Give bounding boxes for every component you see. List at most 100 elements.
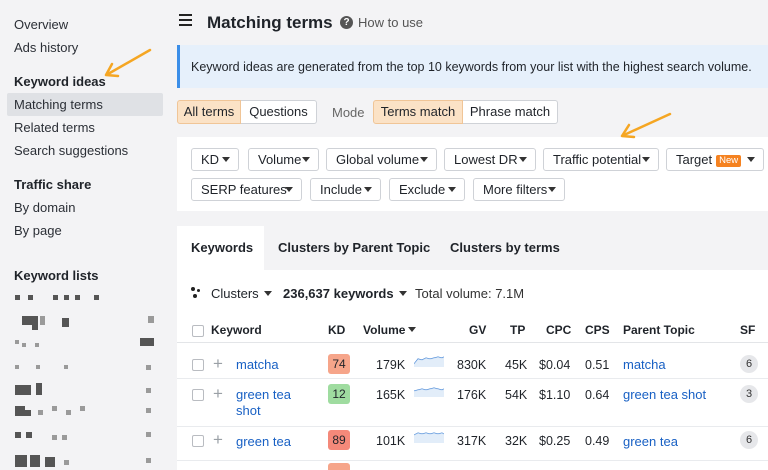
- row-divider: [177, 378, 768, 379]
- chevron-down-icon: [548, 187, 556, 192]
- filter-serp-features-label: SERP features: [201, 182, 287, 197]
- total-volume: Total volume: 7.1M: [415, 286, 525, 301]
- column-cpc[interactable]: CPC: [546, 323, 571, 337]
- column-kd[interactable]: KD: [328, 323, 345, 337]
- sidebar-item-related-terms[interactable]: Related terms: [14, 120, 95, 135]
- column-keyword[interactable]: Keyword: [211, 323, 262, 337]
- filter-serp-features[interactable]: SERP features: [191, 178, 302, 201]
- sidebar-item-search-suggestions[interactable]: Search suggestions: [14, 143, 128, 158]
- volume-value: 165K: [376, 388, 406, 402]
- chevron-down-icon: [263, 291, 272, 296]
- clusters-icon: [191, 287, 203, 299]
- row-checkbox[interactable]: [192, 389, 204, 401]
- sort-desc-icon: [408, 327, 417, 332]
- add-to-list-icon[interactable]: +: [213, 431, 223, 448]
- sf-count[interactable]: 6: [740, 431, 758, 449]
- keyword-link[interactable]: green tea: [236, 387, 291, 403]
- chevron-down-icon: [222, 157, 230, 162]
- gv-value: 317K: [457, 434, 487, 448]
- kd-badge-partial: [328, 463, 350, 470]
- sidebar-item-by-page[interactable]: By page: [14, 223, 62, 238]
- chevron-down-icon: [420, 157, 428, 162]
- info-banner: Keyword ideas are generated from the top…: [177, 45, 768, 88]
- header-divider: [177, 342, 768, 343]
- cpc-value: $1.10: [539, 388, 571, 402]
- keyword-link[interactable]: green tea: [236, 434, 291, 450]
- filter-traffic-potential[interactable]: Traffic potential: [543, 148, 659, 171]
- kd-badge: 74: [328, 354, 350, 374]
- column-gv[interactable]: GV: [469, 323, 486, 337]
- new-badge: New: [716, 155, 742, 167]
- sidebar-item-matching-terms[interactable]: Matching terms: [14, 97, 103, 112]
- filter-include[interactable]: Include: [310, 178, 381, 201]
- sidebar-heading-keyword-ideas: Keyword ideas: [14, 74, 106, 89]
- clusters-label: Clusters: [211, 286, 259, 301]
- chevron-down-icon: [747, 157, 755, 162]
- select-all-checkbox[interactable]: [192, 325, 204, 337]
- filter-global-volume[interactable]: Global volume: [326, 148, 437, 171]
- column-tp[interactable]: TP: [510, 323, 525, 337]
- chevron-down-icon: [519, 157, 527, 162]
- cps-value: 0.51: [585, 358, 610, 372]
- keywords-table: Clusters 236,637 keywords Total volume: …: [177, 270, 768, 470]
- tab-questions[interactable]: Questions: [241, 100, 317, 124]
- filter-target[interactable]: Target New: [666, 148, 764, 171]
- page-title: Matching terms: [207, 13, 333, 32]
- tp-value: 45K: [505, 358, 528, 372]
- filter-kd[interactable]: KD: [191, 148, 239, 171]
- filter-exclude[interactable]: Exclude: [389, 178, 465, 201]
- keyword-link-line2[interactable]: shot: [236, 403, 261, 419]
- sidebar-heading-traffic-share: Traffic share: [14, 177, 92, 192]
- parent-topic-link[interactable]: green tea: [623, 434, 678, 449]
- add-to-list-icon[interactable]: +: [213, 385, 223, 402]
- menu-icon[interactable]: [179, 14, 192, 26]
- chevron-down-icon: [302, 157, 310, 162]
- gv-value: 830K: [457, 358, 487, 372]
- clusters-dropdown[interactable]: Clusters: [211, 286, 272, 301]
- filter-volume[interactable]: Volume: [248, 148, 319, 171]
- cps-value: 0.49: [585, 434, 610, 448]
- how-to-use-link[interactable]: How to use: [358, 15, 423, 30]
- volume-value: 179K: [376, 358, 406, 372]
- parent-topic-link[interactable]: matcha: [623, 357, 666, 372]
- column-volume-label: Volume: [363, 323, 406, 337]
- row-divider: [177, 426, 768, 427]
- chevron-down-icon: [364, 187, 372, 192]
- column-cps[interactable]: CPS: [585, 323, 610, 337]
- sidebar-item-by-domain[interactable]: By domain: [14, 200, 75, 215]
- keyword-link[interactable]: matcha: [236, 357, 279, 373]
- tab-keywords[interactable]: Keywords: [177, 226, 264, 270]
- sf-count[interactable]: 3: [740, 385, 758, 403]
- chevron-down-icon: [398, 291, 407, 296]
- filter-lowest-dr-label: Lowest DR: [454, 152, 518, 167]
- tab-clusters-by-parent-topic[interactable]: Clusters by Parent Topic: [264, 226, 444, 270]
- add-to-list-icon[interactable]: +: [213, 355, 223, 372]
- results-tabs: Keywords Clusters by Parent Topic Cluste…: [177, 226, 768, 270]
- sf-count[interactable]: 6: [740, 355, 758, 373]
- filter-target-label: Target: [676, 152, 713, 167]
- column-volume[interactable]: Volume: [363, 323, 417, 337]
- volume-trend-sparkline: [414, 432, 444, 443]
- mode-phrase-match[interactable]: Phrase match: [463, 100, 558, 124]
- filter-traffic-potential-label: Traffic potential: [553, 152, 642, 167]
- row-checkbox[interactable]: [192, 435, 204, 447]
- filter-lowest-dr[interactable]: Lowest DR: [444, 148, 536, 171]
- filter-more-filters[interactable]: More filters: [473, 178, 565, 201]
- sidebar-item-ads-history[interactable]: Ads history: [14, 40, 78, 55]
- keyword-count-dropdown[interactable]: 236,637 keywords: [283, 286, 407, 301]
- help-icon[interactable]: ?: [340, 16, 353, 29]
- column-parent-topic[interactable]: Parent Topic: [623, 323, 695, 337]
- cps-value: 0.64: [585, 388, 610, 402]
- row-checkbox[interactable]: [192, 359, 204, 371]
- keyword-count: 236,637 keywords: [283, 286, 394, 301]
- filter-include-label: Include: [320, 182, 362, 197]
- parent-topic-link[interactable]: green tea shot: [623, 387, 706, 402]
- column-sf[interactable]: SF: [740, 323, 755, 337]
- tp-value: 54K: [505, 388, 528, 402]
- sidebar-item-overview[interactable]: Overview: [14, 17, 68, 32]
- tab-clusters-by-terms[interactable]: Clusters by terms: [436, 226, 574, 270]
- filter-bar: KD Volume Global volume Lowest DR Traffi…: [177, 137, 768, 211]
- tab-all-terms[interactable]: All terms: [177, 100, 241, 124]
- annotation-arrow-sidebar: [104, 48, 152, 78]
- mode-terms-match[interactable]: Terms match: [373, 100, 463, 124]
